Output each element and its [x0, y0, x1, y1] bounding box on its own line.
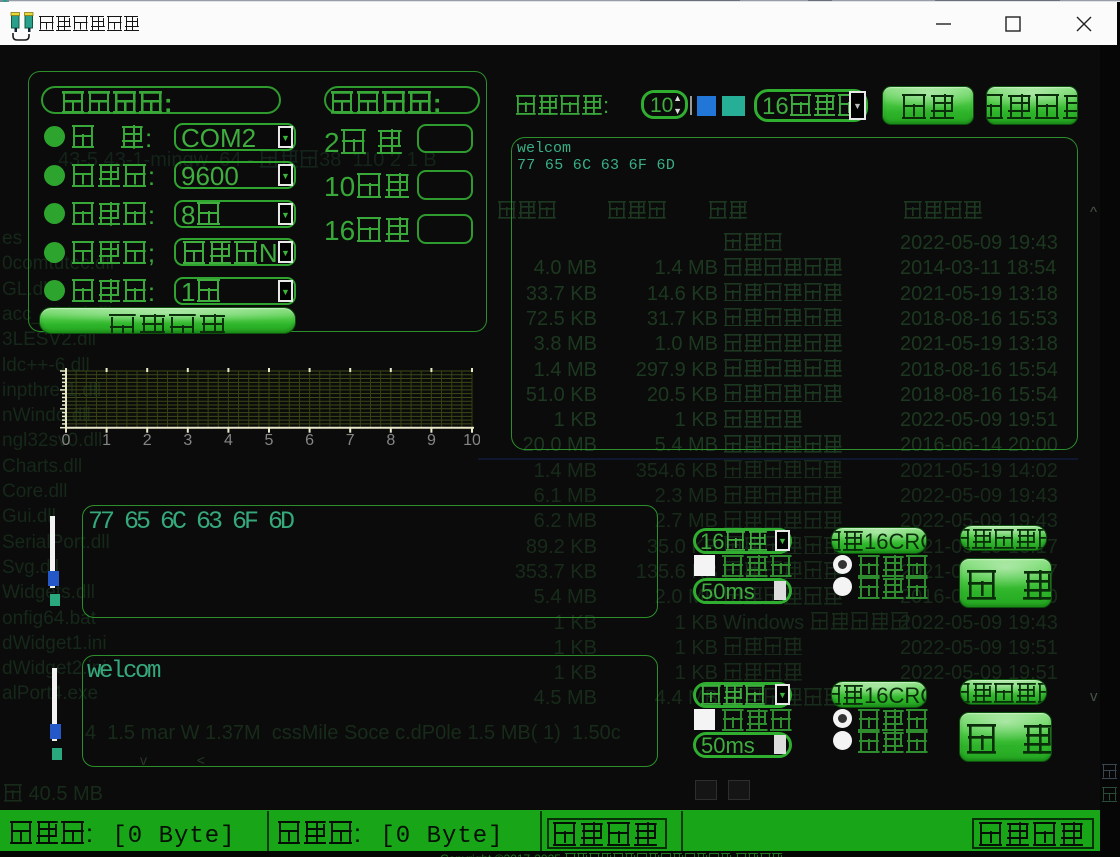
svg-text:1: 1	[102, 432, 111, 449]
svg-text:0: 0	[62, 432, 71, 449]
svg-text:8: 8	[386, 432, 395, 449]
svg-text:7: 7	[346, 432, 355, 449]
svg-text:9: 9	[427, 432, 436, 449]
svg-text:5: 5	[265, 432, 274, 449]
svg-text:2: 2	[143, 432, 152, 449]
svg-text:6: 6	[305, 432, 314, 449]
svg-text:4: 4	[224, 432, 233, 449]
svg-text:3: 3	[183, 432, 192, 449]
svg-text:10: 10	[463, 432, 480, 449]
